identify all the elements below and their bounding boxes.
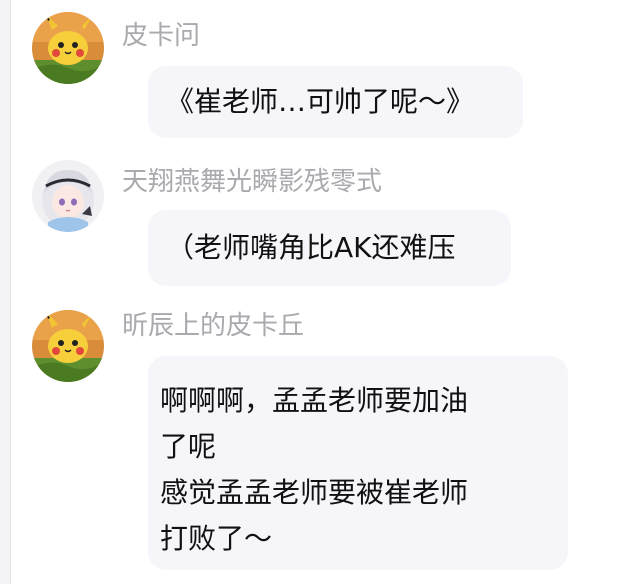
sender-name[interactable]: 皮卡问 [122, 20, 200, 52]
pikachu-avatar-icon[interactable] [32, 310, 104, 382]
left-divider [0, 0, 11, 584]
message-text: 感觉孟孟老师要被崔老师 [160, 476, 469, 509]
message-text: 《崔老师…可帅了呢～》 [166, 85, 475, 118]
sender-name[interactable]: 天翔燕舞光瞬影残零式 [122, 166, 382, 198]
message-bubble[interactable]: 啊啊啊，孟孟老师要加油 了呢 感觉孟孟老师要被崔老师 打败了～ [148, 356, 568, 570]
sender-name[interactable]: 昕辰上的皮卡丘 [122, 310, 304, 342]
message-bubble[interactable]: （老师嘴角比AK还难压 [148, 210, 511, 286]
message-bubble[interactable]: 《崔老师…可帅了呢～》 [148, 66, 523, 138]
message-text: 了呢 [160, 430, 217, 463]
anime-girl-avatar-icon[interactable] [32, 160, 104, 232]
message-text: 啊啊啊，孟孟老师要加油 [160, 384, 469, 417]
message-text: 打败了～ [160, 522, 273, 555]
pikachu-avatar-icon[interactable] [32, 12, 104, 84]
message-text: （老师嘴角比AK还难压 [166, 231, 456, 264]
